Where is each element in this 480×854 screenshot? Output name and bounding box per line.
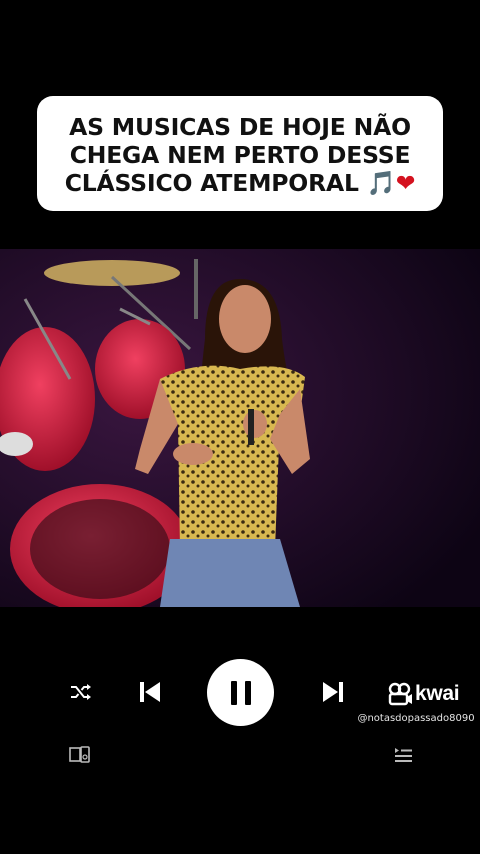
queue-button[interactable] (391, 744, 415, 766)
caption-card: AS MUSICAS DE HOJE NÃO CHEGA NEM PERTO D… (37, 96, 443, 211)
kwai-camera-icon (388, 682, 412, 706)
shuffle-icon (71, 684, 91, 700)
singer-jeans (160, 539, 300, 607)
devices-button[interactable] (68, 744, 92, 766)
kwai-brand-text: kwai (415, 682, 460, 705)
pause-icon (230, 680, 251, 705)
singer-face (219, 285, 271, 353)
caption-line-3: CLÁSSICO ATEMPORAL (64, 168, 367, 197)
caption-text: AS MUSICAS DE HOJE NÃO CHEGA NEM PERTO D… (65, 113, 416, 197)
video-frame[interactable] (0, 249, 480, 607)
devices-icon (69, 746, 90, 763)
next-button[interactable] (318, 678, 348, 706)
concert-scene (0, 249, 480, 607)
kwai-logo: kwai (387, 681, 460, 707)
queue-icon (395, 748, 412, 762)
creator-handle: @notasdopassado8090 (357, 713, 475, 724)
music-note-icon: 🎵 (366, 168, 396, 197)
shuffle-button[interactable] (66, 679, 96, 705)
skip-previous-icon (140, 682, 160, 702)
cymbal (44, 260, 180, 286)
skip-next-icon (323, 682, 343, 702)
microphone (248, 409, 254, 445)
caption-line-2: CHEGA NEM PERTO DESSE (69, 140, 411, 169)
pause-button[interactable] (207, 659, 274, 726)
caption-line-1: AS MUSICAS DE HOJE NÃO (69, 112, 411, 141)
heart-icon: ❤ (395, 168, 416, 197)
previous-button[interactable] (135, 678, 165, 706)
